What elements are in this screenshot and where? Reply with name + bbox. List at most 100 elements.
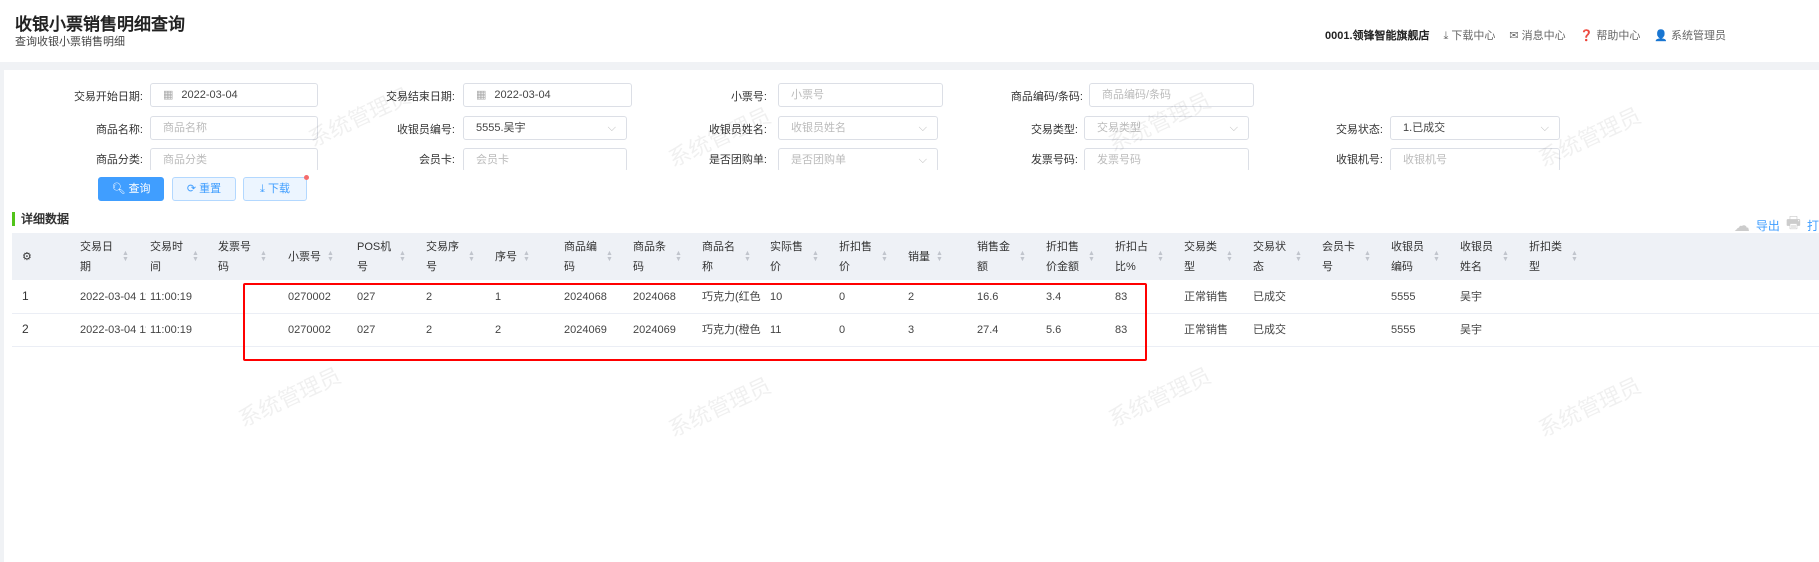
sort-icon[interactable]: ▲ ▼	[1019, 250, 1026, 263]
reset-button[interactable]: ⟳ 重置	[172, 177, 236, 201]
end-date-label: 交易结束日期:	[385, 91, 455, 103]
column-header[interactable]: 交易序号 ▲ ▼	[426, 233, 475, 280]
trade-type-select[interactable]: 交易类型 ⌵	[1084, 116, 1249, 140]
page-header: 收银小票销售明细查询 查询收银小票销售明细 0001.领锋智能旗舰店 ⤓ 下载中心…	[0, 0, 1819, 62]
column-header[interactable]: 销售金额 ▲ ▼	[977, 233, 1026, 280]
section-title: 详细数据	[12, 212, 69, 226]
trade-type-label: 交易类型:	[1030, 124, 1078, 136]
start-date-input[interactable]: ▦ 2022-03-04	[150, 83, 318, 107]
sort-icon[interactable]: ▲ ▼	[192, 250, 199, 263]
column-header-label: POS机号	[357, 240, 392, 273]
print-button[interactable]: 打	[1807, 217, 1819, 234]
table-header: ⚙ 交易日期 ▲ ▼ 交易时间 ▲ ▼ 发票号码 ▲ ▼ 小票号 ▲ ▼ POS机号 ▲ ▼ 交易序号 ▲ ▼ 序号…	[12, 233, 1819, 280]
table-cell: 5555	[1391, 324, 1416, 336]
sort-icon[interactable]: ▲ ▼	[881, 250, 888, 263]
trade-status-select[interactable]: 1.已成交 ⌵	[1390, 116, 1560, 140]
table-cell: 11:00:19	[150, 324, 193, 336]
column-header-label: 实际售价	[770, 240, 803, 273]
column-header[interactable]: 折扣售价 ▲ ▼	[839, 233, 888, 280]
column-header-label: 小票号	[288, 250, 321, 263]
sort-icon[interactable]: ▲ ▼	[1295, 250, 1302, 263]
sort-icon[interactable]: ▲ ▼	[1502, 250, 1509, 263]
sort-icon[interactable]: ▲ ▼	[606, 250, 613, 263]
cashier-no-select[interactable]: 5555.吴宇 ⌵	[463, 116, 627, 140]
search-icon: 🔍︎	[111, 183, 129, 195]
column-header-label: 交易状态	[1253, 240, 1286, 273]
column-header[interactable]: 交易日期 ▲ ▼	[80, 233, 129, 280]
user-menu[interactable]: 👤 系统管理员	[1654, 27, 1726, 43]
calendar-icon: ▦	[163, 89, 174, 101]
table-cell: 吴宇	[1460, 291, 1482, 303]
sort-icon[interactable]: ▲ ▼	[468, 250, 475, 263]
sort-icon[interactable]: ▲ ▼	[936, 250, 943, 263]
column-header[interactable]: 商品条码 ▲ ▼	[633, 233, 682, 280]
top-nav: 0001.领锋智能旗舰店 ⤓ 下载中心 ✉ 消息中心 ❓ 帮助中心 👤 系统管理员	[1325, 27, 1726, 43]
message-center-link[interactable]: ✉ 消息中心	[1509, 27, 1565, 43]
column-header[interactable]: 交易状态 ▲ ▼	[1253, 233, 1302, 280]
refresh-icon: ⟳	[186, 183, 200, 195]
column-header[interactable]: 商品名称 ▲ ▼	[702, 233, 751, 280]
column-header-label: 商品编码	[564, 240, 597, 273]
column-header[interactable]: 销量 ▲ ▼	[908, 233, 943, 280]
column-header-label: 会员卡号	[1322, 240, 1355, 273]
sort-icon[interactable]: ▲ ▼	[122, 250, 129, 263]
column-settings-icon[interactable]: ⚙	[22, 233, 32, 280]
column-header[interactable]: 序号 ▲ ▼	[495, 233, 530, 280]
column-header[interactable]: 收银员编码 ▲ ▼	[1391, 233, 1440, 280]
column-header[interactable]: 实际售价 ▲ ▼	[770, 233, 819, 280]
product-name-input[interactable]: 商品名称	[150, 116, 318, 140]
column-header[interactable]: POS机号 ▲ ▼	[357, 233, 406, 280]
chevron-down-icon: ⌵	[1229, 122, 1238, 134]
column-header-label: 发票号码	[218, 240, 251, 273]
column-header[interactable]: 折扣占比% ▲ ▼	[1115, 233, 1164, 280]
column-header[interactable]: 折扣售价金额 ▲ ▼	[1046, 233, 1095, 280]
column-header[interactable]: 会员卡号 ▲ ▼	[1322, 233, 1371, 280]
sort-icon[interactable]: ▲ ▼	[1088, 250, 1095, 263]
table-cell: 11:00:19	[150, 291, 193, 303]
sort-icon[interactable]: ▲ ▼	[399, 250, 406, 263]
register-input[interactable]: 收银机号	[1390, 148, 1560, 170]
member-card-input[interactable]: 会员卡	[463, 148, 627, 170]
sort-icon[interactable]: ▲ ▼	[744, 250, 751, 263]
export-button[interactable]: 导出	[1756, 217, 1780, 234]
column-header[interactable]: 商品编码 ▲ ▼	[564, 233, 613, 280]
trade-status-label: 交易状态:	[1335, 124, 1383, 136]
group-buy-select[interactable]: 是否团购单 ⌵	[778, 148, 938, 170]
column-header[interactable]: 折扣类型 ▲ ▼	[1529, 233, 1578, 280]
sort-icon[interactable]: ▲ ▼	[327, 250, 334, 263]
sort-icon[interactable]: ▲ ▼	[1226, 250, 1233, 263]
download-center-link[interactable]: ⤓ 下载中心	[1444, 27, 1496, 43]
table-cell: 正常销售	[1184, 324, 1228, 336]
highlight-box	[243, 283, 1147, 361]
sort-icon[interactable]: ▲ ▼	[675, 250, 682, 263]
help-center-link[interactable]: ❓ 帮助中心	[1580, 27, 1641, 43]
column-header[interactable]: 收银员姓名 ▲ ▼	[1460, 233, 1509, 280]
product-code-label: 商品编码/条码:	[1010, 91, 1083, 103]
column-header[interactable]: 发票号码 ▲ ▼	[218, 233, 267, 280]
product-code-input[interactable]: 商品编码/条码	[1089, 83, 1254, 107]
column-header[interactable]: 交易时间 ▲ ▼	[150, 233, 199, 280]
table-cell: 2022-03-04 11:00:19	[80, 324, 146, 336]
sort-icon[interactable]: ▲ ▼	[260, 250, 267, 263]
sort-icon[interactable]: ▲ ▼	[1571, 250, 1578, 263]
cashier-name-select[interactable]: 收银员姓名 ⌵	[778, 116, 938, 140]
filter-row-3: 商品分类: 商品分类 会员卡: 会员卡 是否团购单: 是否团购单 ⌵ 发票号码: …	[4, 146, 1819, 170]
receipt-no-input[interactable]: 小票号	[778, 83, 943, 107]
download-button[interactable]: ⤓ 下载	[243, 175, 309, 201]
column-header-label: 折扣占比%	[1115, 240, 1148, 273]
query-button[interactable]: 🔍︎ 查询	[98, 177, 164, 201]
end-date-input[interactable]: ▦ 2022-03-04	[463, 83, 632, 107]
sort-icon[interactable]: ▲ ▼	[812, 250, 819, 263]
invoice-input[interactable]: 发票号码	[1084, 148, 1249, 170]
category-input[interactable]: 商品分类	[150, 148, 318, 170]
column-header[interactable]: 小票号 ▲ ▼	[288, 233, 334, 280]
column-header-label: 折扣售价金额	[1046, 240, 1079, 273]
sort-icon[interactable]: ▲ ▼	[523, 250, 530, 263]
mail-icon: ✉	[1509, 30, 1519, 42]
sort-icon[interactable]: ▲ ▼	[1433, 250, 1440, 263]
column-header[interactable]: 交易类型 ▲ ▼	[1184, 233, 1233, 280]
sort-icon[interactable]: ▲ ▼	[1364, 250, 1371, 263]
member-card-label: 会员卡:	[418, 154, 455, 166]
sort-icon[interactable]: ▲ ▼	[1157, 250, 1164, 263]
store-name[interactable]: 0001.领锋智能旗舰店	[1325, 27, 1430, 43]
